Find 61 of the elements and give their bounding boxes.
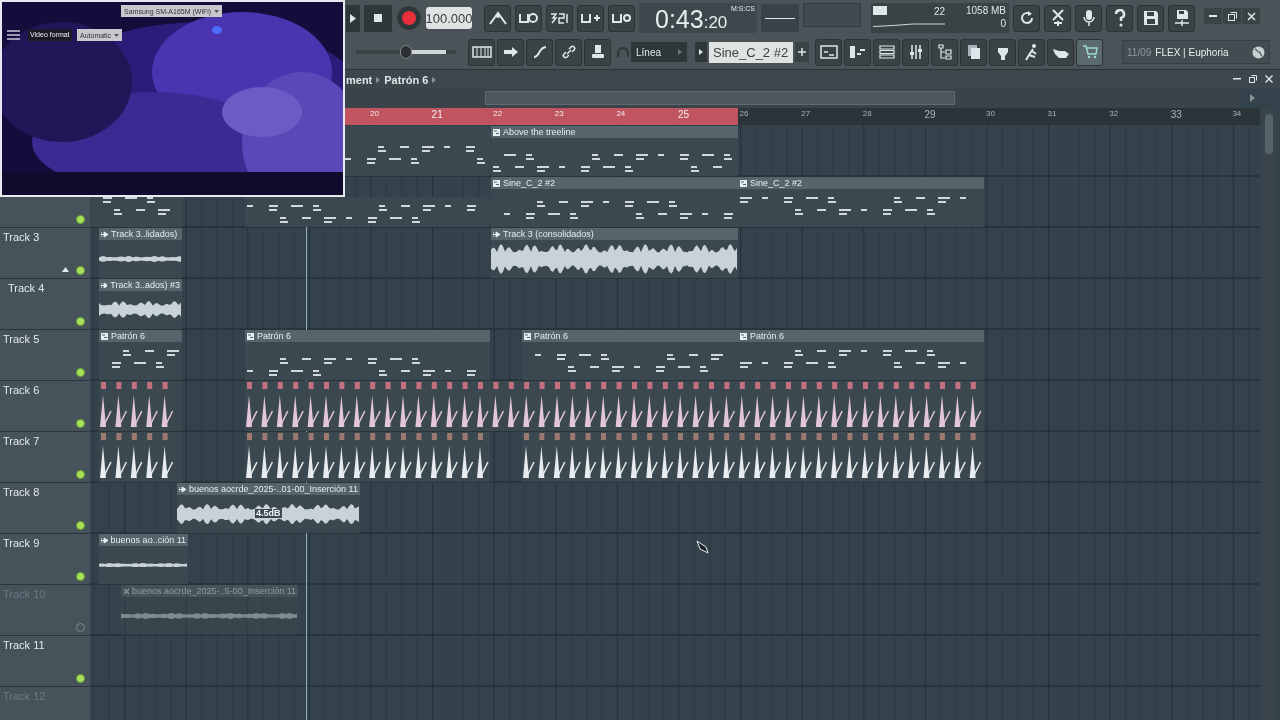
bar-number: 32 [1108, 110, 1120, 118]
clip[interactable]: Patrón 6 [245, 330, 490, 380]
clip-label[interactable]: buenos aocrde_2025-..01-00_Inserción 11 [177, 483, 360, 495]
clip-label[interactable]: Sine_C_2 #2 [738, 177, 984, 189]
cpu-usage: 0 [1000, 17, 1006, 30]
bar-number: 22 [492, 110, 504, 118]
time-centiseconds: :20 [703, 14, 728, 31]
clip-label[interactable]: Patrón 6 [99, 330, 182, 342]
clip-label[interactable]: Above the treeline [491, 126, 738, 138]
bar-number: 27 [800, 110, 812, 118]
bar-number: 29 [923, 110, 937, 120]
clip[interactable]: Track 3..lidados) [99, 228, 182, 278]
clip-label[interactable]: buenos ao..ción 11 [99, 534, 188, 546]
clip[interactable]: Patrón 6 [99, 330, 182, 380]
bar-number: 21 [430, 110, 444, 120]
breadcrumb-item[interactable]: ment [346, 72, 373, 89]
news-date: 11/09 [1127, 45, 1152, 60]
track-name: Track 8 [3, 487, 40, 498]
clip[interactable]: Above the treeline [491, 126, 738, 176]
clip[interactable]: Patrón 6 [738, 330, 984, 380]
breadcrumb-item[interactable]: Patrón 6 [384, 72, 429, 89]
clip[interactable]: Track 3 (consolidados) [491, 228, 738, 278]
tempo-field[interactable]: 100.000 [426, 7, 472, 29]
clip[interactable]: Patrón 6 [522, 330, 738, 380]
snap-dropdown[interactable]: Línea [631, 42, 687, 62]
clip-gain: 4.5dB [255, 509, 282, 518]
track-name: Track 7 [3, 436, 40, 447]
clip[interactable]: Sine_C_2 #2 [491, 177, 738, 227]
clip[interactable]: Track 3..ados) #3 [99, 279, 182, 329]
clip-label[interactable]: Patrón 6 [522, 330, 738, 342]
bar-number: 23 [553, 110, 565, 118]
bar-number: 34 [1231, 110, 1243, 118]
track-name: Track 4 [8, 283, 45, 294]
track-name: Track 11 [3, 640, 45, 651]
clip-label[interactable]: Patrón 6 [738, 330, 984, 342]
track-name: Track 5 [3, 334, 40, 345]
bar-number: 20 [369, 110, 380, 118]
bar-number: 31 [1046, 110, 1058, 118]
bar-number: 26 [738, 110, 750, 118]
pattern-selector[interactable]: Sine_C_2 #2 [709, 41, 793, 63]
memory-usage: 1058 MB [965, 4, 1006, 17]
track-name: Track 9 [3, 538, 40, 549]
bar-number: 33 [1169, 110, 1183, 120]
clip[interactable]: Sine_C_2 #2 [738, 177, 984, 227]
clip-label[interactable]: Track 3 (consolidados) [491, 228, 738, 240]
track-name: Track 6 [3, 385, 40, 396]
news-panel[interactable]: 11/09 FLEX | Euphoria [1122, 40, 1270, 64]
bar-number: 28 [861, 110, 873, 118]
time-main: 0:43 [655, 7, 704, 32]
clip-label[interactable]: Sine_C_2 #2 [491, 177, 738, 189]
clip[interactable]: buenos ao..ción 11 [99, 534, 188, 584]
clip-label[interactable]: Patrón 6 [245, 330, 490, 342]
voice-count: 22 [933, 5, 945, 19]
clip-label[interactable]: Track 3..ados) #3 [99, 279, 182, 291]
bar-number: 30 [985, 110, 996, 118]
bar-number: 25 [677, 110, 691, 120]
bar-number: 24 [615, 110, 627, 118]
clip-label[interactable]: Track 3..lidados) [99, 228, 182, 240]
clip[interactable]: buenos aocrde_2025-..01-00_Inserción 11 4.5dB [177, 483, 360, 533]
news-headline: FLEX | Euphoria [1155, 45, 1229, 60]
track-name: Track 3 [3, 232, 40, 243]
